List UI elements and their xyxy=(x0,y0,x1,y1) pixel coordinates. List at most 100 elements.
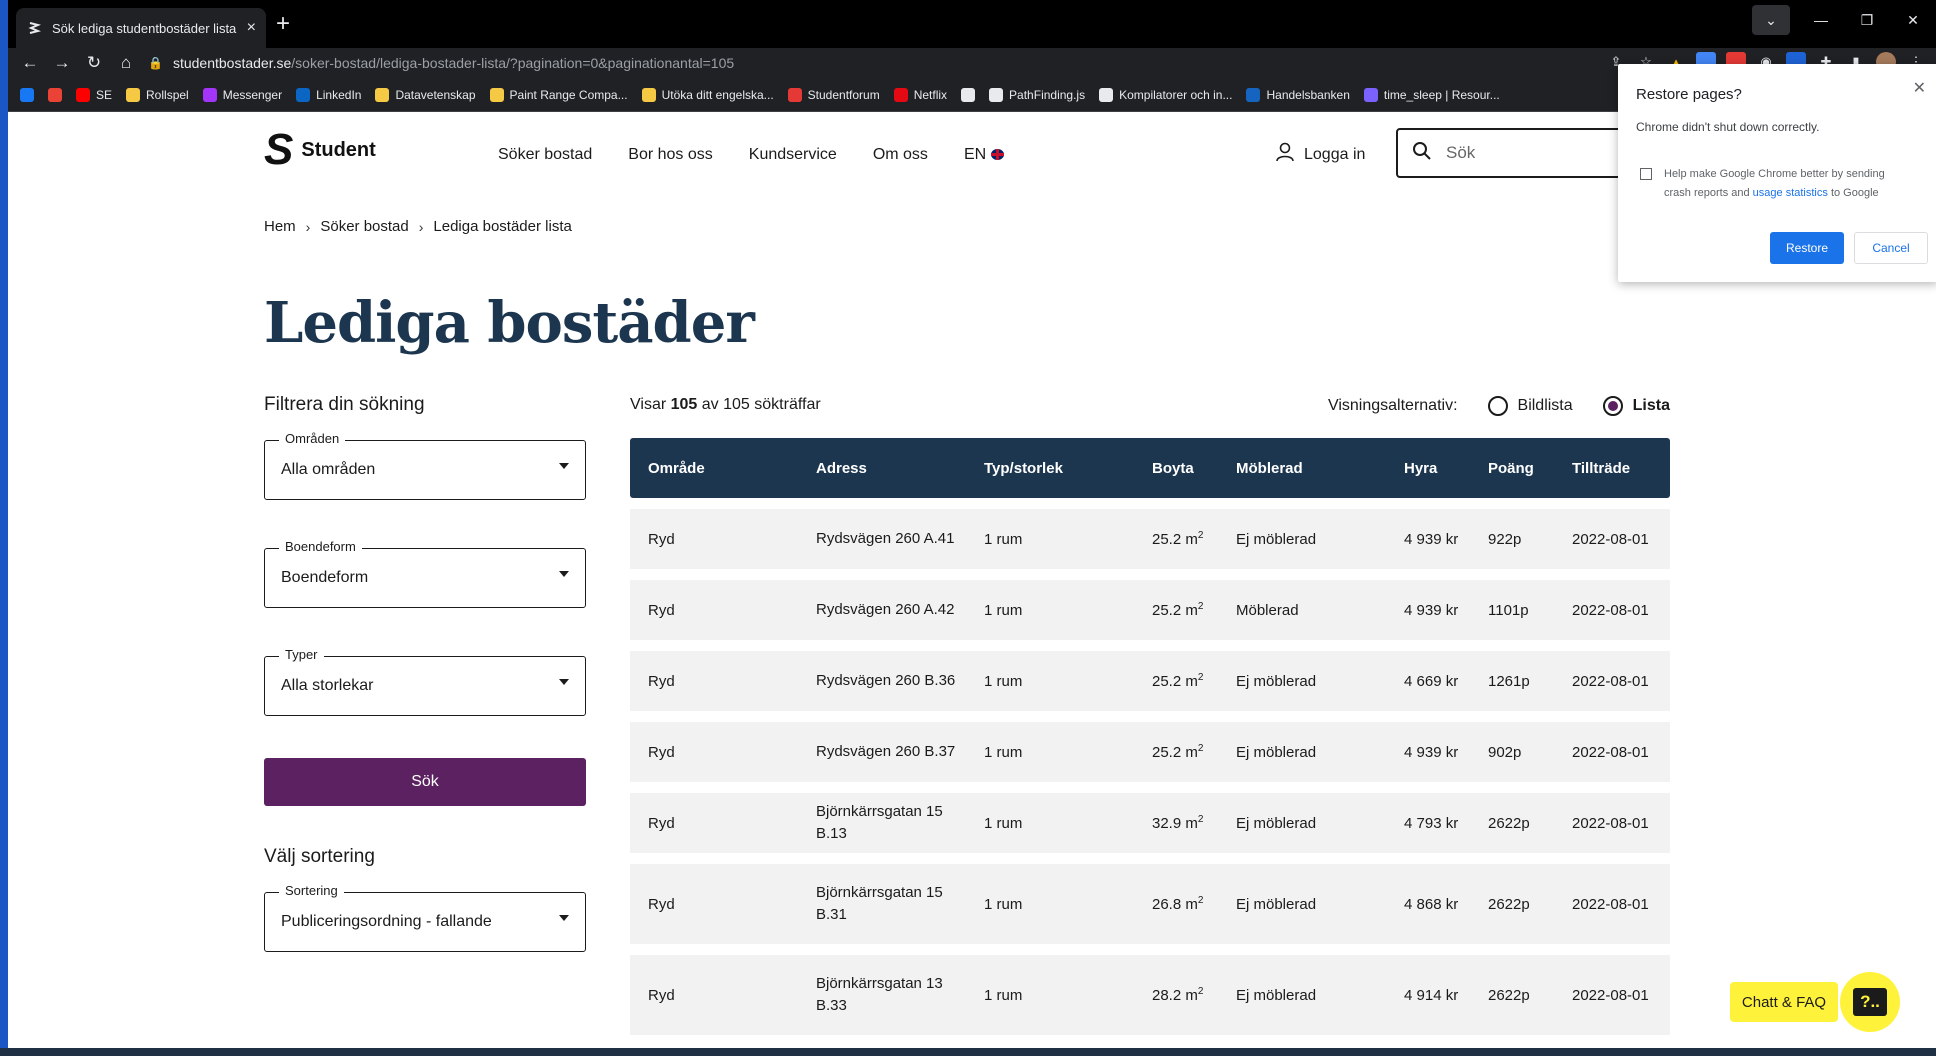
cell-size: 26.8 m2 xyxy=(1152,895,1204,913)
checkbox-text: Help make Google Chrome better by sendin… xyxy=(1664,165,1914,203)
bookmark-item[interactable]: Kompilatorer och in... xyxy=(1099,87,1232,102)
view-image-radio[interactable] xyxy=(1487,396,1508,416)
restore-button[interactable]: Restore xyxy=(1770,232,1844,264)
bookmark-item[interactable]: Utöka ditt engelska... xyxy=(641,87,774,102)
bookmark-favicon-icon xyxy=(126,87,141,102)
table-row[interactable]: Ryd Rydsvägen 260 A.41 1 rum 25.2 m2 Ej möbl… xyxy=(630,509,1670,569)
checkbox-text-tail: to Google xyxy=(1830,187,1879,199)
size-value: 25.2 m xyxy=(1152,673,1198,690)
usage-statistics-link[interactable]: usage statistics xyxy=(1753,187,1828,199)
bookmark-favicon-icon xyxy=(76,87,90,102)
breadcrumb-soker-bostad[interactable]: Söker bostad xyxy=(320,218,408,235)
bookmark-item[interactable]: Handelsbanken xyxy=(1246,87,1350,102)
bookmark-item[interactable]: Paint Range Compa... xyxy=(489,87,628,102)
bookmark-favicon-icon xyxy=(1099,87,1114,102)
minimize-icon[interactable]: — xyxy=(1798,0,1844,40)
tab-close-icon[interactable]: × xyxy=(247,19,256,37)
housing-select[interactable]: Boendeform Boendeform xyxy=(264,539,586,608)
site-search-input[interactable]: Sök xyxy=(1396,128,1636,178)
reload-icon[interactable]: ↻ xyxy=(78,48,110,78)
breadcrumb-home[interactable]: Hem xyxy=(264,218,296,235)
bookmark-item[interactable] xyxy=(961,87,976,102)
types-value: Alla storlekar xyxy=(281,677,374,694)
view-list-radio[interactable] xyxy=(1602,396,1623,416)
nav-soker-bostad[interactable]: Söker bostad xyxy=(498,146,592,164)
sort-select[interactable]: Sortering Publiceringsordning - fallande xyxy=(264,883,586,952)
cancel-button[interactable]: Cancel xyxy=(1854,232,1928,264)
close-icon[interactable]: ✕ xyxy=(1913,78,1926,98)
bookmark-favicon-icon xyxy=(296,87,311,102)
bookmark-item[interactable]: time_sleep | Resour... xyxy=(1363,87,1500,102)
crash-report-checkbox[interactable] xyxy=(1640,168,1652,180)
bookmark-item[interactable] xyxy=(20,87,34,102)
view-list-label[interactable]: Lista xyxy=(1633,397,1670,415)
cell-furnished: Ej möblerad xyxy=(1236,814,1317,832)
site-favicon-icon xyxy=(26,20,42,36)
cell-address: Rydsvägen 260 A.41 xyxy=(816,530,955,547)
bookmark-item[interactable]: SE xyxy=(76,87,113,102)
view-options: Visningsalternativ: Bildlista Lista xyxy=(1328,396,1670,416)
search-icon xyxy=(1412,141,1432,166)
restore-window-icon[interactable]: ❐ xyxy=(1844,0,1890,40)
language-switch[interactable]: EN xyxy=(964,146,1004,164)
col-date: Tillträde xyxy=(1572,459,1631,477)
chat-bubble-button[interactable]: ?.. xyxy=(1840,972,1900,1032)
active-tab[interactable]: Sök lediga studentbostäder lista × xyxy=(16,8,266,48)
table-row[interactable]: Ryd Björnkärrsgatan 13 B.33 1 rum 28.2 m2 Ej… xyxy=(630,955,1670,1035)
chevron-right-icon: › xyxy=(305,218,311,235)
address-bar[interactable]: 🔒 studentbostader.se /soker-bostad/ledig… xyxy=(148,48,734,78)
table-row[interactable]: Ryd Björnkärrsgatan 15 B.13 1 rum 32.9 m2 Ej… xyxy=(630,793,1670,853)
table-row[interactable]: Ryd Rydsvägen 260 A.42 1 rum 25.2 m2 Möblera… xyxy=(630,580,1670,640)
site-logo[interactable]: S Student xyxy=(264,128,376,172)
cell-area: Ryd xyxy=(648,743,675,761)
bookmark-item[interactable] xyxy=(48,87,62,102)
nav-kundservice[interactable]: Kundservice xyxy=(749,146,837,164)
close-window-icon[interactable]: ✕ xyxy=(1890,0,1936,40)
login-button[interactable]: Logga in xyxy=(1276,142,1365,167)
cell-address: Rydsvägen 260 B.37 xyxy=(816,743,956,760)
bookmark-item[interactable]: Netflix xyxy=(893,87,947,102)
bookmark-label: SE xyxy=(96,87,113,102)
back-icon[interactable]: ← xyxy=(14,48,46,78)
bookmark-favicon-icon xyxy=(1363,87,1378,102)
types-select[interactable]: Typer Alla storlekar xyxy=(264,647,586,716)
bookmark-item[interactable]: LinkedIn xyxy=(296,87,361,102)
bookmark-label: Datavetenskap xyxy=(395,87,476,102)
os-taskbar xyxy=(0,1048,1936,1056)
bookmark-item[interactable]: Rollspel xyxy=(126,87,189,102)
forward-icon[interactable]: → xyxy=(46,48,78,78)
cell-area: Ryd xyxy=(648,530,675,548)
page-title: Lediga bostäder xyxy=(264,290,755,356)
bookmark-favicon-icon xyxy=(961,87,976,102)
uk-flag-icon xyxy=(990,149,1004,160)
table-row[interactable]: Ryd Björnkärrsgatan 15 B.31 1 rum 26.8 m2 Ej… xyxy=(630,864,1670,944)
bookmark-favicon-icon xyxy=(1246,87,1261,102)
dialog-title: Restore pages? xyxy=(1636,86,1742,103)
table-row[interactable]: Ryd Rydsvägen 260 B.36 1 rum 25.2 m2 Ej möbl… xyxy=(630,651,1670,711)
bookmark-item[interactable]: Datavetenskap xyxy=(375,87,476,102)
chat-faq-button[interactable]: Chatt & FAQ xyxy=(1730,982,1838,1022)
size-value: 25.2 m xyxy=(1152,744,1198,761)
table-row[interactable]: Ryd Rydsvägen 260 B.37 1 rum 25.2 m2 Ej möbl… xyxy=(630,722,1670,782)
bookmark-item[interactable]: PathFinding.js xyxy=(989,87,1085,102)
col-furnished: Möblerad xyxy=(1236,459,1303,477)
home-icon[interactable]: ⌂ xyxy=(110,48,142,78)
housing-value: Boendeform xyxy=(281,569,369,586)
search-button[interactable]: Sök xyxy=(264,758,586,806)
areas-value: Alla områden xyxy=(281,461,376,478)
filter-title: Filtrera din sökning xyxy=(264,394,425,415)
tab-search-icon[interactable]: ⌄ xyxy=(1752,5,1790,35)
url-host: studentbostader.se xyxy=(172,55,292,71)
bookmark-label: Handelsbanken xyxy=(1266,87,1350,102)
bookmark-item[interactable]: Studentforum xyxy=(787,87,880,102)
cell-type: 1 rum xyxy=(984,986,1023,1004)
new-tab-button[interactable]: + xyxy=(276,12,290,36)
bookmark-item[interactable]: Messenger xyxy=(202,87,282,102)
window-controls: ⌄ — ❐ ✕ xyxy=(1752,0,1936,40)
results-header: Visar 105 av 105 sökträffar Visningsalte… xyxy=(630,392,1670,424)
col-rent: Hyra xyxy=(1404,459,1438,477)
nav-bor-hos-oss[interactable]: Bor hos oss xyxy=(628,146,712,164)
areas-select[interactable]: Områden Alla områden xyxy=(264,431,586,500)
view-image-label[interactable]: Bildlista xyxy=(1518,397,1573,415)
nav-om-oss[interactable]: Om oss xyxy=(873,146,928,164)
